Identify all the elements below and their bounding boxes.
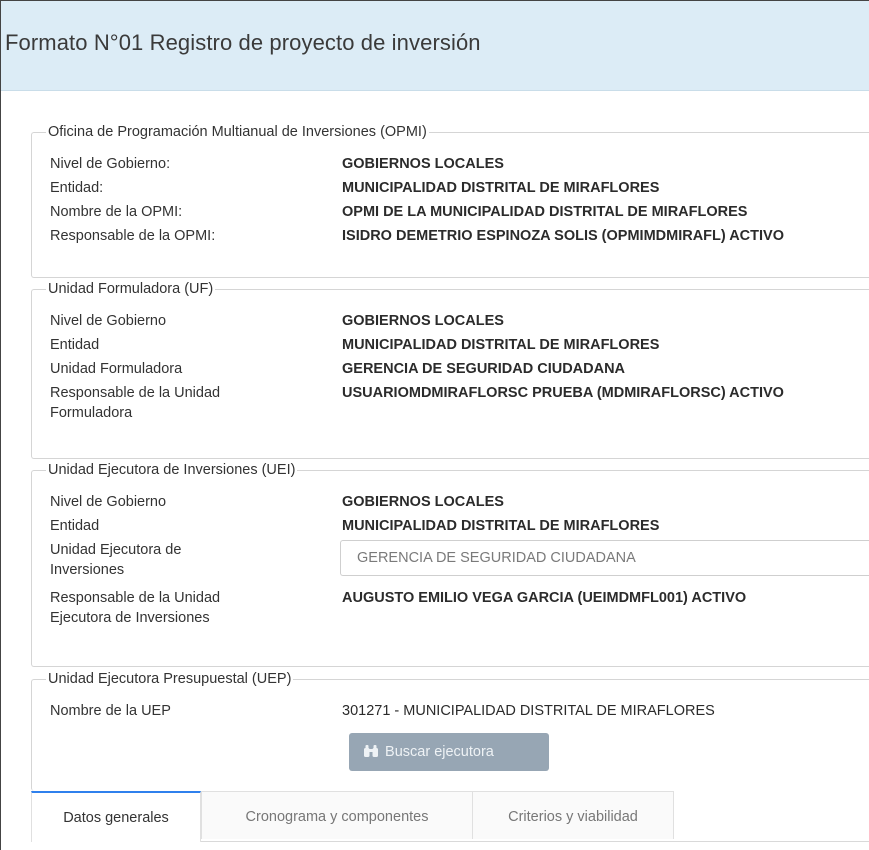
- uep-section: Unidad Ejecutora Presupuestal (UEP) Nomb…: [31, 671, 869, 791]
- field-label: Responsable de la OPMI:: [50, 228, 216, 244]
- field-label: Entidad:: [50, 180, 104, 196]
- field-label: Responsable de la Unidad Formuladora: [50, 383, 300, 423]
- field-label-line2: Formuladora: [50, 405, 133, 421]
- tab-cronograma-componentes[interactable]: Cronograma y componentes: [201, 791, 473, 839]
- field-value: MUNICIPALIDAD DISTRITAL DE MIRAFLORES: [342, 337, 660, 353]
- field-value: USUARIOMDMIRAFLORSC PRUEBA (MDMIRAFLORSC…: [342, 385, 784, 401]
- field-label: Nombre de la UEP: [50, 703, 171, 719]
- field-value: GERENCIA DE SEGURIDAD CIUDADANA: [342, 361, 626, 377]
- uf-legend: Unidad Formuladora (UF): [48, 281, 214, 297]
- field-label: Nivel de Gobierno: [50, 494, 167, 510]
- field-label: Unidad Ejecutora de Inversiones: [50, 540, 300, 580]
- buscar-ejecutora-button[interactable]: Buscar ejecutora: [349, 733, 549, 771]
- field-value: GOBIERNOS LOCALES: [342, 156, 504, 172]
- field-label: Entidad: [50, 518, 100, 534]
- field-value: MUNICIPALIDAD DISTRITAL DE MIRAFLORES: [342, 180, 660, 196]
- binoculars-icon: [364, 745, 378, 757]
- tab-datos-generales[interactable]: Datos generales: [31, 791, 201, 842]
- uei-section: Unidad Ejecutora de Inversiones (UEI) Ni…: [31, 462, 869, 667]
- field-label: Unidad Formuladora: [50, 361, 183, 377]
- field-value: OPMI DE LA MUNICIPALIDAD DISTRITAL DE MI…: [342, 204, 748, 220]
- uep-legend: Unidad Ejecutora Presupuestal (UEP): [48, 671, 292, 687]
- field-label: Nivel de Gobierno: [50, 313, 167, 329]
- tab-bar: Datos generales Cronograma y componentes…: [31, 791, 869, 842]
- field-value: ISIDRO DEMETRIO ESPINOZA SOLIS (OPMIMDMI…: [342, 228, 784, 244]
- tab-label: Criterios y viabilidad: [508, 809, 638, 825]
- field-label-line2: Ejecutora de Inversiones: [50, 610, 210, 626]
- tab-criterios-viabilidad[interactable]: Criterios y viabilidad: [472, 791, 674, 839]
- opmi-section: Oficina de Programación Multianual de In…: [31, 124, 869, 278]
- field-label-line1: Unidad Ejecutora de: [50, 542, 182, 558]
- uei-legend: Unidad Ejecutora de Inversiones (UEI): [48, 462, 296, 478]
- page-header: Formato N°01 Registro de proyecto de inv…: [1, 1, 869, 91]
- field-label-line1: Responsable de la Unidad: [50, 590, 221, 606]
- form-window: Formato N°01 Registro de proyecto de inv…: [0, 0, 869, 850]
- field-label: Nombre de la OPMI:: [50, 204, 183, 220]
- field-label: Entidad: [50, 337, 100, 353]
- uf-section: Unidad Formuladora (UF) Nivel de Gobiern…: [31, 281, 869, 459]
- buscar-ejecutora-label: Buscar ejecutora: [385, 744, 494, 760]
- field-label-line2: Inversiones: [50, 562, 125, 578]
- field-label-line1: Responsable de la Unidad: [50, 385, 221, 401]
- field-label: Nivel de Gobierno:: [50, 156, 171, 172]
- field-value: 301271 - MUNICIPALIDAD DISTRITAL DE MIRA…: [342, 703, 715, 719]
- field-value: MUNICIPALIDAD DISTRITAL DE MIRAFLORES: [342, 518, 660, 534]
- field-label: Responsable de la Unidad Ejecutora de In…: [50, 588, 300, 628]
- field-value: GOBIERNOS LOCALES: [342, 313, 504, 329]
- tab-label: Cronograma y componentes: [245, 809, 429, 825]
- field-value: AUGUSTO EMILIO VEGA GARCIA (UEIMDMFL001)…: [342, 590, 747, 606]
- page-title: Formato N°01 Registro de proyecto de inv…: [5, 29, 481, 55]
- uei-select[interactable]: GERENCIA DE SEGURIDAD CIUDADANA: [340, 540, 869, 576]
- opmi-legend: Oficina de Programación Multianual de In…: [48, 124, 427, 140]
- tab-label: Datos generales: [63, 810, 169, 826]
- field-value: GOBIERNOS LOCALES: [342, 494, 504, 510]
